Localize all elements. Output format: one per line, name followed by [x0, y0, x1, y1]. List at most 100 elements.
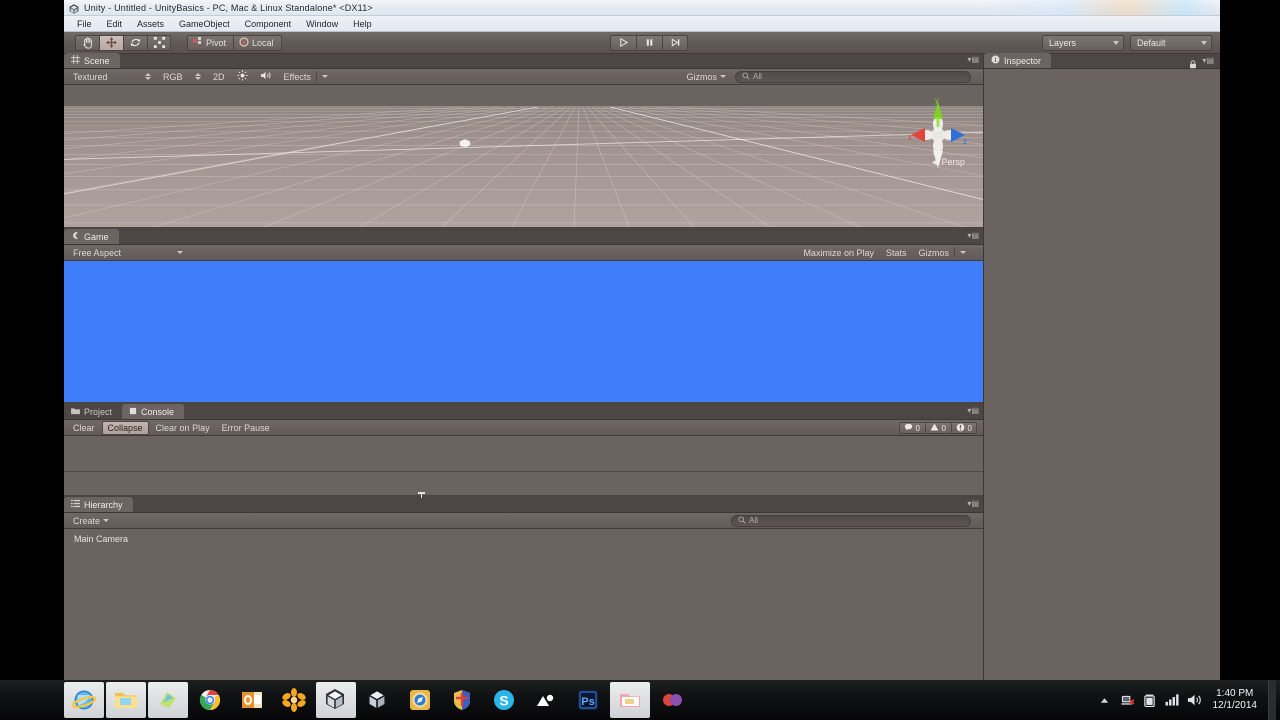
inspector-tabrow: Inspector ▾▤: [984, 53, 1220, 69]
pivot-toggle[interactable]: Pivot: [187, 34, 234, 51]
panel-menu-icon[interactable]: ▾▤: [1202, 56, 1214, 65]
aspect-dropdown[interactable]: Free Aspect: [68, 246, 188, 260]
log-count-button[interactable]: 0: [898, 422, 925, 434]
menu-window[interactable]: Window: [299, 18, 345, 30]
chrome-icon[interactable]: [190, 682, 230, 718]
draw-mode-dropdown[interactable]: Textured: [68, 70, 156, 84]
toggle-2d[interactable]: 2D: [208, 70, 230, 84]
file-explorer-icon[interactable]: [106, 682, 146, 718]
folder-app-icon[interactable]: [610, 682, 650, 718]
move-tool-button[interactable]: [99, 34, 123, 51]
editor-workspace: Scene ▾▤ Textured RGB 2D Effects Gizmos …: [64, 53, 1220, 680]
compass-app-icon[interactable]: [400, 682, 440, 718]
misc-app-icon[interactable]: [652, 682, 692, 718]
svg-text:S: S: [499, 693, 508, 709]
volume-icon[interactable]: [1187, 693, 1202, 708]
tab-inspector[interactable]: Inspector: [984, 53, 1052, 68]
console-divider: [64, 471, 983, 472]
console-toolbar: Clear Collapse Clear on Play Error Pause: [64, 420, 983, 436]
maximize-on-play-toggle[interactable]: Maximize on Play: [798, 246, 879, 260]
layers-dropdown[interactable]: Layers: [1042, 34, 1124, 51]
menu-edit[interactable]: Edit: [100, 18, 130, 30]
lock-icon[interactable]: [1189, 56, 1197, 69]
step-button[interactable]: [662, 34, 688, 51]
tab-game[interactable]: Game: [64, 229, 119, 244]
show-desktop-button[interactable]: [1268, 680, 1276, 720]
battery-icon[interactable]: [1143, 693, 1158, 708]
signal-icon[interactable]: [1165, 693, 1180, 708]
console-log-area[interactable]: [64, 436, 983, 506]
main-camera-gizmo[interactable]: [458, 136, 472, 147]
clock[interactable]: 1:40 PM 12/1/2014: [1209, 688, 1262, 712]
network-icon[interactable]: [1120, 693, 1136, 708]
gizmos-dropdown[interactable]: Gizmos: [681, 70, 731, 84]
layout-dropdown[interactable]: Default: [1130, 34, 1212, 51]
scene-lighting-toggle[interactable]: [232, 70, 253, 84]
list-item[interactable]: Main Camera: [64, 532, 983, 546]
start-button[interactable]: [0, 680, 62, 720]
hierarchy-create-dropdown[interactable]: Create: [68, 514, 114, 528]
game-panel-menu[interactable]: ▾▤: [967, 232, 979, 240]
unity-window: Unity - Untitled - UnityBasics - PC, Mac…: [64, 0, 1220, 680]
outlook-icon[interactable]: [232, 682, 272, 718]
console-collapse-toggle[interactable]: Collapse: [101, 420, 149, 435]
local-icon: [239, 36, 249, 49]
scene-audio-toggle[interactable]: [255, 70, 277, 84]
show-hidden-icons-button[interactable]: [1099, 693, 1114, 708]
clock-time: 1:40 PM: [1216, 688, 1254, 699]
axis-x-label: x: [908, 133, 912, 142]
pivot-label: Pivot: [206, 37, 227, 48]
photoshop-icon[interactable]: Ps: [568, 682, 608, 718]
effects-dropdown[interactable]: Effects: [279, 70, 333, 84]
console-panel-menu[interactable]: ▾▤: [967, 407, 979, 415]
scene-search-placeholder: All: [753, 72, 762, 81]
game-gizmos-dropdown[interactable]: Gizmos: [913, 246, 971, 260]
console-tabrow: Project Console ▾▤: [64, 404, 983, 420]
tab-console[interactable]: Console: [122, 404, 185, 419]
inspector-content[interactable]: [984, 69, 1220, 680]
pause-button[interactable]: [636, 34, 662, 51]
menu-component[interactable]: Component: [238, 18, 299, 30]
scale-tool-button[interactable]: [147, 34, 171, 51]
stats-toggle[interactable]: Stats: [881, 246, 912, 260]
shield-app-icon[interactable]: [442, 682, 482, 718]
scene-panel-menu[interactable]: ▾▤: [967, 56, 979, 64]
console-clear-on-play-toggle[interactable]: Clear on Play: [151, 421, 215, 435]
game-viewport[interactable]: [64, 261, 983, 402]
internet-explorer-icon[interactable]: [64, 682, 104, 718]
rotate-tool-button[interactable]: [123, 34, 147, 51]
hierarchy-tree[interactable]: Main Camera: [64, 529, 983, 680]
menu-assets[interactable]: Assets: [130, 18, 171, 30]
title-bar-glare: [980, 0, 1220, 16]
unity-light-icon[interactable]: [316, 682, 356, 718]
unity-dark-icon[interactable]: [358, 682, 398, 718]
color-mode-dropdown[interactable]: RGB: [158, 70, 206, 84]
scene-viewport[interactable]: x z y ◄ Persp: [64, 85, 983, 227]
flower-app-icon[interactable]: [274, 682, 314, 718]
scene-search-input[interactable]: All: [735, 70, 971, 83]
hierarchy-panel-menu[interactable]: ▾▤: [967, 500, 979, 508]
scene-tab-label: Scene: [84, 55, 110, 66]
media-player-icon[interactable]: [148, 682, 188, 718]
warning-count-button[interactable]: 0: [924, 422, 951, 434]
game-gizmos-label: Gizmos: [918, 247, 949, 258]
console-error-pause-toggle[interactable]: Error Pause: [217, 421, 275, 435]
hierarchy-search-input[interactable]: All: [731, 514, 971, 527]
skype-icon[interactable]: S: [484, 682, 524, 718]
console-clear-button[interactable]: Clear: [68, 421, 100, 435]
clear-label: Clear: [73, 422, 95, 433]
image-viewer-icon[interactable]: [526, 682, 566, 718]
menu-help[interactable]: Help: [346, 18, 379, 30]
tab-scene[interactable]: Scene: [64, 53, 120, 68]
hand-tool-button[interactable]: [75, 34, 99, 51]
game-tab-icon: [71, 231, 80, 242]
tab-project[interactable]: Project: [64, 404, 123, 419]
menu-file[interactable]: File: [70, 18, 99, 30]
local-toggle[interactable]: Local: [233, 34, 282, 51]
error-count-button[interactable]: 0: [950, 422, 977, 434]
menu-gameobject[interactable]: GameObject: [172, 18, 237, 30]
play-button[interactable]: [610, 34, 636, 51]
scene-projection-label[interactable]: ◄ Persp: [930, 157, 965, 167]
tab-hierarchy[interactable]: Hierarchy: [64, 497, 133, 512]
inspector-panel: Inspector ▾▤: [984, 53, 1220, 680]
